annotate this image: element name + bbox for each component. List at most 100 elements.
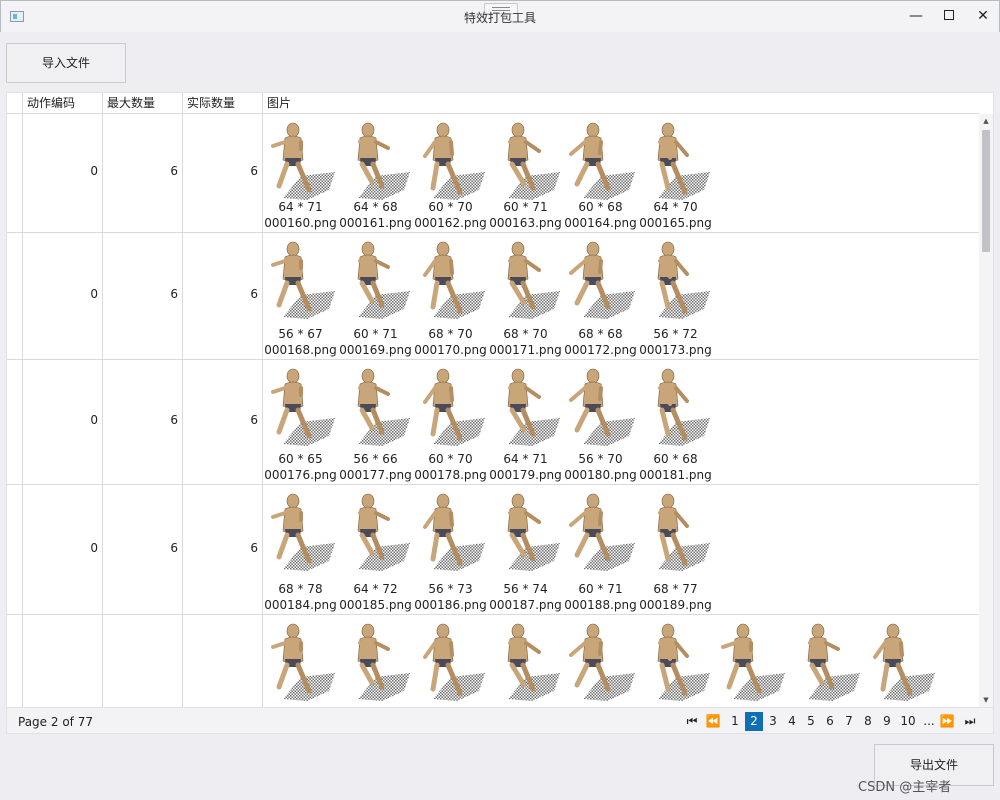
window-title: 特效打包工具 — [463, 11, 536, 25]
sprite-image — [488, 116, 563, 204]
sprite-frame[interactable]: 60 * 71 000169.png — [338, 233, 413, 360]
sprite-frame[interactable]: 60 * 70 000162.png — [413, 114, 488, 233]
minimize-button[interactable]: — — [899, 1, 933, 31]
frame-dimensions: 68 * 77 — [653, 582, 698, 596]
max-count-cell: 6 — [102, 485, 182, 614]
page-number-button[interactable]: 4 — [783, 712, 801, 731]
sprite-frame[interactable]: 56 * 70 000180.png — [563, 360, 638, 485]
page-number-button[interactable]: 8 — [859, 712, 877, 731]
frame-dimensions: 68 * 70 — [503, 327, 548, 341]
scrollbar-thumb[interactable] — [982, 130, 990, 252]
page-number-button[interactable]: 10 — [897, 712, 919, 731]
sprite-image — [488, 235, 563, 323]
frame-filename: 000169.png — [339, 343, 412, 357]
sprite-image — [638, 617, 713, 705]
column-header-action-code[interactable]: 动作编码 — [22, 93, 102, 114]
vertical-scrollbar[interactable]: ▲ ▼ — [979, 114, 993, 707]
sprite-frame[interactable]: 56 * 66 000177.png — [338, 360, 413, 485]
sprite-frame[interactable]: 64 * 71 000160.png — [263, 114, 338, 233]
sprite-image — [488, 362, 563, 450]
sprite-image — [713, 617, 788, 705]
sprite-frame[interactable]: 64 * 72 000185.png — [338, 485, 413, 615]
table-row[interactable]: 066 64 * 71 000160.png 64 * 68 000161.png — [7, 114, 979, 233]
column-header-max-count[interactable]: 最大数量 — [102, 93, 182, 114]
sprite-frame[interactable]: 60 * 71 000163.png — [488, 114, 563, 233]
frame-filename: 000177.png — [339, 468, 412, 482]
sprite-frame[interactable] — [563, 615, 638, 707]
last-page-button[interactable]: ⏭ — [961, 712, 979, 731]
actual-count-cell: 6 — [182, 114, 262, 232]
frame-dimensions: 68 * 68 — [578, 327, 623, 341]
frame-dimensions: 60 * 71 — [353, 327, 398, 341]
sprite-frame[interactable]: 56 * 67 000168.png — [263, 233, 338, 360]
sprite-frame[interactable] — [413, 615, 488, 707]
sprite-frame[interactable]: 68 * 78 000184.png — [263, 485, 338, 615]
sprite-image — [488, 487, 563, 575]
page-number-button[interactable]: 2 — [745, 712, 763, 731]
sprite-image — [338, 235, 413, 323]
page-ellipsis[interactable]: ... — [920, 712, 938, 731]
table-row[interactable]: 066 60 * 65 000176.png 56 * 66 000177.png — [7, 360, 979, 485]
sprite-frame[interactable]: 60 * 71 000188.png — [563, 485, 638, 615]
table-row[interactable]: 066 68 * 78 000184.png 64 * 72 000185.png — [7, 485, 979, 615]
frame-dimensions: 64 * 68 — [353, 200, 398, 214]
page-number-button[interactable]: 6 — [821, 712, 839, 731]
sprite-frame[interactable]: 56 * 73 000186.png — [413, 485, 488, 615]
frame-dimensions: 56 * 74 — [503, 582, 548, 596]
sprite-frame[interactable]: 68 * 77 000189.png — [638, 485, 713, 615]
page-number-button[interactable]: 5 — [802, 712, 820, 731]
sprite-frame[interactable]: 68 * 70 000171.png — [488, 233, 563, 360]
previous-page-button[interactable]: ⏪ — [704, 712, 722, 731]
sprite-image — [263, 235, 338, 323]
column-header-images[interactable]: 图片 — [262, 93, 979, 114]
frame-filename: 000178.png — [414, 468, 487, 482]
scroll-down-icon[interactable]: ▼ — [979, 693, 993, 707]
sprite-frame[interactable]: 64 * 68 000161.png — [338, 114, 413, 233]
sprite-frame[interactable]: 68 * 70 000170.png — [413, 233, 488, 360]
sprite-frame[interactable] — [788, 615, 863, 707]
maximize-icon — [944, 9, 954, 20]
table-row[interactable] — [7, 615, 979, 707]
frame-dimensions: 68 * 70 — [428, 327, 473, 341]
scroll-up-icon[interactable]: ▲ — [979, 114, 993, 128]
sprite-frame[interactable]: 68 * 68 000172.png — [563, 233, 638, 360]
sprite-image — [638, 487, 713, 575]
actual-count-cell — [182, 615, 262, 707]
sprite-frame[interactable]: 60 * 70 000178.png — [413, 360, 488, 485]
page-number-button[interactable]: 1 — [726, 712, 744, 731]
action-code-cell: 0 — [22, 114, 102, 232]
sprite-frame[interactable] — [638, 615, 713, 707]
sprite-frame[interactable] — [488, 615, 563, 707]
title-bar: 特效打包工具 — ✕ — [0, 0, 1000, 32]
first-page-button[interactable]: ⏮ — [683, 712, 701, 731]
page-number-button[interactable]: 3 — [764, 712, 782, 731]
sprite-frame[interactable]: 60 * 68 000164.png — [563, 114, 638, 233]
sprite-frame[interactable] — [863, 615, 938, 707]
max-count-cell — [102, 615, 182, 707]
sprite-frame[interactable] — [263, 615, 338, 707]
sprite-frame[interactable]: 60 * 65 000176.png — [263, 360, 338, 485]
column-header-actual-count[interactable]: 实际数量 — [182, 93, 262, 114]
sprite-frame[interactable] — [713, 615, 788, 707]
page-number-button[interactable]: 7 — [840, 712, 858, 731]
page-number-button[interactable]: 9 — [878, 712, 896, 731]
frame-filename: 000176.png — [264, 468, 337, 482]
next-page-button[interactable]: ⏩ — [938, 712, 956, 731]
sprite-image — [563, 487, 638, 575]
frame-filename: 000160.png — [264, 216, 337, 230]
frame-dimensions: 56 * 72 — [653, 327, 698, 341]
sprite-frame[interactable]: 64 * 70 000165.png — [638, 114, 713, 233]
table-row[interactable]: 066 56 * 67 000168.png 60 * 71 000169.png — [7, 233, 979, 360]
frame-dimensions: 60 * 70 — [428, 200, 473, 214]
import-file-button[interactable]: 导入文件 — [6, 43, 126, 83]
sprite-frame[interactable] — [338, 615, 413, 707]
sprite-image — [788, 617, 863, 705]
sprite-frame[interactable]: 56 * 74 000187.png — [488, 485, 563, 615]
close-button[interactable]: ✕ — [966, 1, 1000, 31]
sprite-frame[interactable]: 60 * 68 000181.png — [638, 360, 713, 485]
sprite-frame[interactable]: 64 * 71 000179.png — [488, 360, 563, 485]
frame-filename: 000170.png — [414, 343, 487, 357]
maximize-button[interactable] — [932, 1, 966, 31]
sprite-frame[interactable]: 56 * 72 000173.png — [638, 233, 713, 360]
images-cell: 56 * 67 000168.png 60 * 71 000169.png 68 *… — [262, 233, 979, 359]
